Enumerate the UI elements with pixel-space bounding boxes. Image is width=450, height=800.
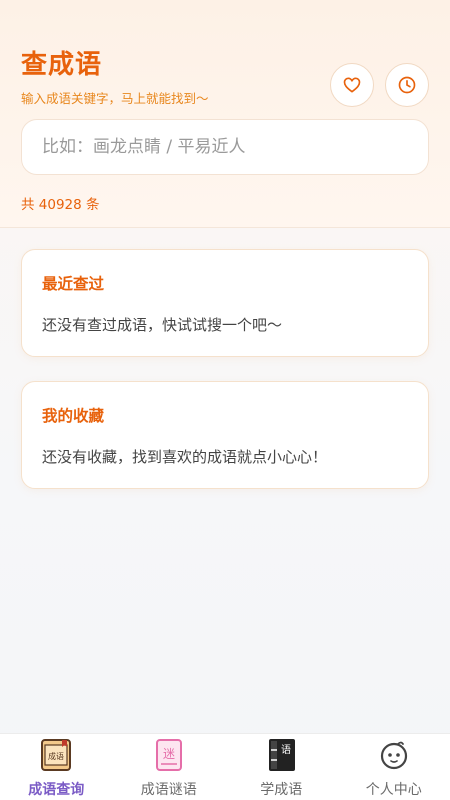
recent-card: 最近查过 还没有查过成语，快试试搜一个吧～: [21, 249, 429, 357]
result-count: 共 40928 条: [21, 197, 100, 213]
search-input[interactable]: [42, 137, 428, 157]
search-box[interactable]: [21, 119, 429, 175]
svg-text:成语: 成语: [48, 751, 64, 761]
page-subtitle: 输入成语关键字，马上就能找到～: [21, 91, 209, 106]
favorites-card: 我的收藏 还没有收藏，找到喜欢的成语就点小心心！: [21, 381, 429, 489]
heart-icon: [343, 77, 361, 93]
tab-learn-idioms-label: 学成语: [260, 782, 303, 798]
clock-icon: [398, 76, 416, 94]
header: 查成语 输入成语关键字，马上就能找到～ 共 40928 条: [0, 0, 450, 228]
tab-bar: 成语 成语查询 迷 成语谜语 语 学成语 个人中心: [0, 733, 450, 800]
tab-idiom-riddle[interactable]: 迷 成语谜语: [113, 734, 226, 800]
favorites-button[interactable]: [330, 63, 374, 107]
favorites-title: 我的收藏: [42, 407, 105, 425]
recent-title: 最近查过: [42, 275, 105, 293]
tab-learn-idioms[interactable]: 语 学成语: [225, 734, 338, 800]
history-button[interactable]: [385, 63, 429, 107]
face-icon: [378, 738, 410, 772]
recent-empty-text: 还没有查过成语，快试试搜一个吧～: [42, 316, 283, 334]
tab-idiom-riddle-label: 成语谜语: [140, 782, 197, 798]
riddle-icon: 迷: [153, 738, 185, 772]
tab-idiom-search-label: 成语查询: [28, 782, 85, 798]
svg-text:语: 语: [281, 744, 291, 756]
notebook-icon: 语: [265, 738, 297, 772]
tab-profile-label: 个人中心: [365, 782, 422, 798]
page-title: 查成语: [21, 50, 103, 80]
tab-idiom-search[interactable]: 成语 成语查询: [0, 734, 113, 800]
favorites-empty-text: 还没有收藏，找到喜欢的成语就点小心心！: [42, 448, 328, 466]
tab-profile[interactable]: 个人中心: [338, 734, 450, 800]
svg-text:迷: 迷: [163, 747, 175, 761]
book-icon: 成语: [40, 738, 72, 772]
